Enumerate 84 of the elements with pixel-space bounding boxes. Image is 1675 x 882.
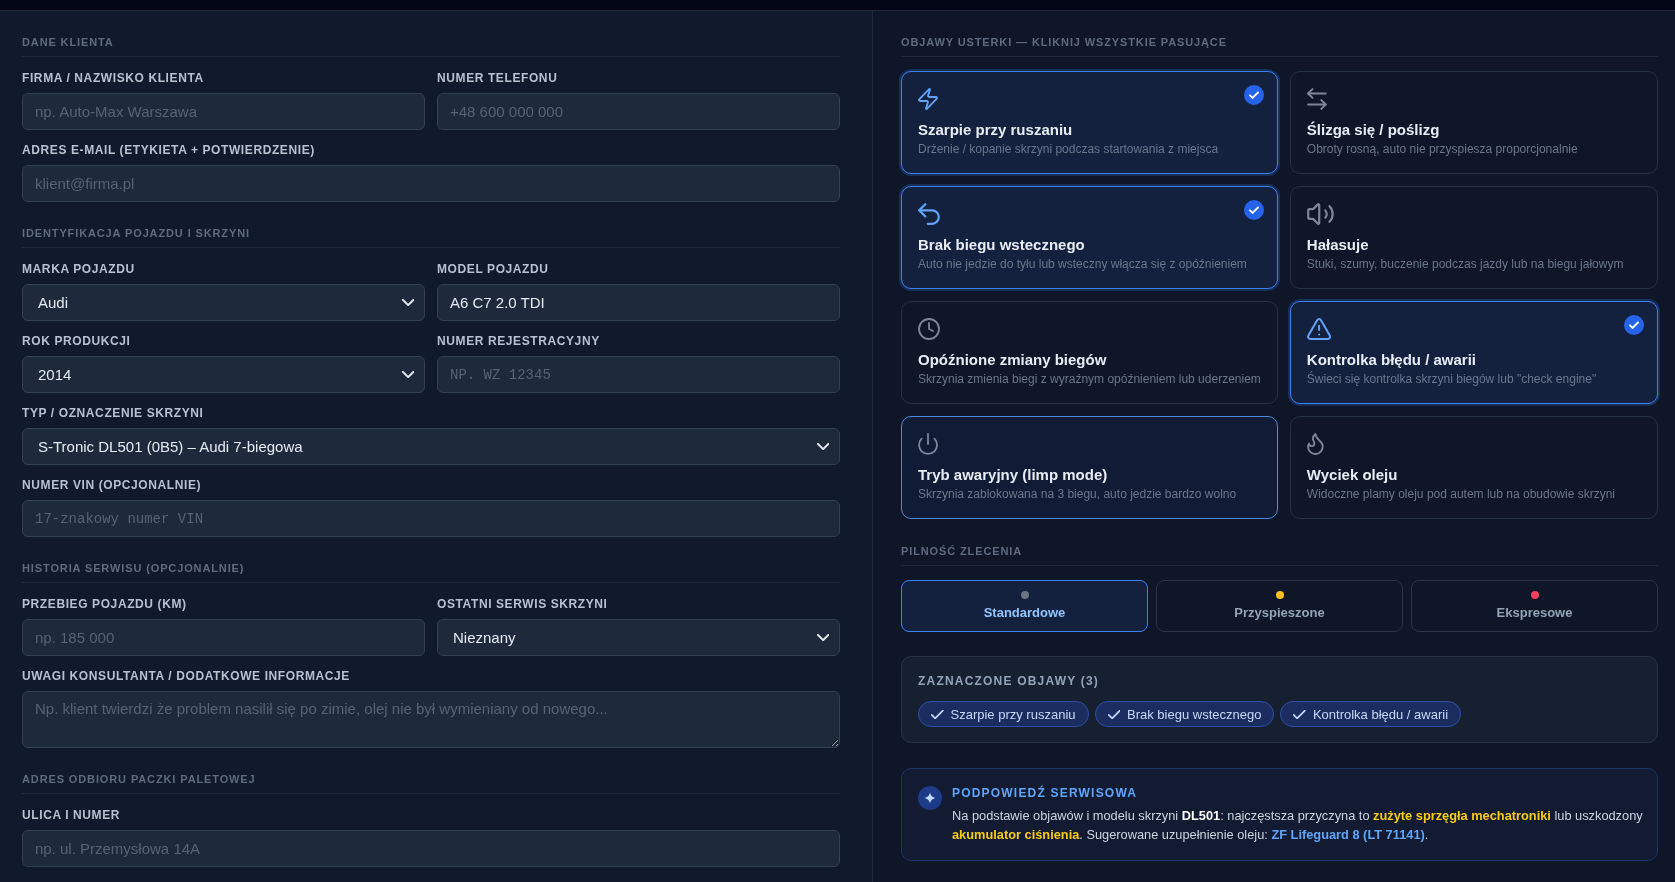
priority-option[interactable]: Przyspieszone [1156, 580, 1403, 632]
check-badge-icon [1243, 200, 1264, 220]
card-description: Świeci się kontrolka skrzyni biegów lub "check engine" [1306, 371, 1598, 387]
card-description: Obroty rosną, auto nie przyspiesza proporcjonalnie [1306, 141, 1579, 157]
input-field[interactable]: +48 600 000 000 [437, 93, 840, 130]
symptom-card[interactable]: Opóźnione zmiany biegów Skrzynia zmienia biegi z wyraźnym opóźnieniem lub uderzeniem [901, 301, 1278, 404]
chevron-down-icon [401, 299, 414, 306]
return-arrow-icon [918, 203, 940, 225]
field-label: NUMER VIN (OPCJONALNIE) [22, 478, 203, 492]
field-label: NUMER REJESTRACYJNY [437, 334, 601, 348]
field-label: TYP / OZNACZENIE SKRZYNI [22, 406, 205, 420]
card-description: Auto nie jedzie do tyłu lub wsteczny włącza się z opóźnieniem [918, 256, 1248, 272]
card-description: Stuki, szumy, buczenie podczas jazdy lub na biegu jałowym [1306, 256, 1625, 272]
card-title: Tryb awaryjny (limp mode) [918, 465, 1109, 485]
clock-icon [918, 318, 940, 340]
input-field[interactable]: NP. WZ 12345 [437, 356, 840, 393]
card-title: Opóźnione zmiany biegów [918, 350, 1108, 370]
section-heading: DANE KLIENTA [22, 35, 115, 49]
card-title: Brak biegu wstecznego [918, 235, 1086, 255]
swap-arrows-icon [1306, 88, 1327, 110]
card-title: Szarpie przy ruszaniu [918, 120, 1074, 140]
field-label: FIRMA / NAZWISKO KLIENTA [22, 71, 205, 85]
check-icon [1293, 709, 1306, 719]
dropdown-select[interactable]: 2014 [22, 356, 425, 393]
warning-icon [1306, 318, 1331, 340]
section-heading: ADRES ODBIORU PACZKI PALETOWEJ [22, 772, 257, 786]
chevron-down-icon [401, 371, 414, 378]
card-description: Skrzynia zmienia biegi z wyraźnym opóźnieniem lub uderzeniem [918, 371, 1261, 387]
field-label: ADRES E-MAIL (ETYKIETA + POTWIERDZENIE) [22, 143, 316, 157]
lightning-icon [918, 88, 938, 110]
symptom-card[interactable]: Ślizga się / poślizg Obroty rosną, auto nie przyspiesza proporcjonalnie [1289, 71, 1658, 174]
symptom-card[interactable]: Hałasuje Stuki, szumy, buczenie podczas jazdy lub na biegu jałowym [1289, 186, 1658, 289]
section-heading: HISTORIA SERWISU (OPCJONALNIE) [22, 561, 246, 575]
chevron-down-icon [816, 634, 829, 641]
symptom-card[interactable]: Tryb awaryjny (limp mode) Skrzynia zablokowana na 3 biegu, auto jedzie bardzo wolno [901, 416, 1278, 519]
card-title: Wyciek oleju [1306, 465, 1399, 485]
field-label: ROK PRODUKCJI [22, 334, 132, 348]
card-title: Kontrolka błędu / awarii [1306, 350, 1478, 370]
field-label: OSTATNI SERWIS SKRZYNI [437, 597, 609, 611]
check-badge-icon [1624, 315, 1644, 335]
section-heading: IDENTYFIKACJA POJAZDU I SKRZYNI [22, 226, 251, 240]
card-description: Widoczne plamy oleju pod autem lub na obudowie skrzyni [1306, 486, 1616, 502]
check-badge-icon [1243, 85, 1264, 105]
card-description: Drżenie / kopanie skrzyni podczas startowania z miejsca [918, 141, 1220, 157]
field-label: UWAGI KONSULTANTA / DODATKOWE INFORMACJE [22, 669, 351, 683]
chevron-down-icon [816, 443, 829, 450]
field-label: NUMER TELEFONU [437, 71, 559, 85]
input-field[interactable]: np. ul. Przemysłowa 14A [22, 830, 840, 867]
section-heading: OBJAWY USTERKI — KLIKNIJ WSZYSTKIE PASUJĄCE [901, 35, 1228, 49]
symptom-card[interactable]: Szarpie przy ruszaniu Drżenie / kopanie skrzyni podczas startowania z miejsca [901, 71, 1278, 174]
section-heading: PILNOŚĆ ZLECENIA [901, 544, 1024, 558]
input-field[interactable]: np. Auto-Max Warszawa [22, 93, 425, 130]
input-field[interactable]: np. 185 000 [22, 619, 425, 656]
chip-label: Brak biegu wstecznego [1127, 706, 1262, 722]
symptom-card[interactable]: Brak biegu wstecznego Auto nie jedzie do tyłu lub wsteczny włącza się z opóźnieniem [901, 186, 1278, 289]
textarea-field[interactable]: Np. klient twierdzi że problem nasilił się po zimie, olej nie był wymieniany od nowego... [22, 691, 840, 748]
chip-label: Kontrolka błędu / awarii [1312, 706, 1449, 722]
card-description: Skrzynia zablokowana na 3 biegu, auto jedzie bardzo wolno [918, 486, 1238, 502]
input-field[interactable]: A6 C7 2.0 TDI [437, 284, 840, 321]
field-label: MODEL POJAZDU [437, 262, 550, 276]
field-label: ULICA I NUMER [22, 808, 122, 822]
check-icon [1107, 709, 1120, 719]
check-icon [931, 709, 944, 719]
dropdown-select[interactable]: Audi [22, 284, 425, 321]
speaker-icon [1306, 203, 1335, 225]
dropdown-select[interactable]: Nieznany [437, 619, 840, 656]
card-title: Ślizga się / poślizg [1306, 120, 1441, 140]
hint-title: PODPOWIEDŹ SERWISOWA [952, 786, 1139, 800]
priority-option[interactable]: Standardowe [901, 580, 1148, 632]
power-icon [918, 433, 938, 455]
hint-text: Na podstawie objawów i modelu skrzyni DL501: najczęstsza przyczyna to zużyte sprzęgła mechatroniki lub uszkodzony akumulator ciśnienia. Sugerowane uzupełnienie oleju: ZF Lifeguard 8 (LT 71141). [952, 807, 1644, 844]
sparkle-icon [918, 786, 942, 810]
flame-icon [1306, 433, 1324, 455]
input-field[interactable]: 17-znakowy numer VIN [22, 500, 840, 537]
field-label: PRZEBIEG POJAZDU (KM) [22, 597, 188, 611]
priority-option[interactable]: Ekspresowe [1411, 580, 1658, 632]
input-field[interactable]: klient@firma.pl [22, 165, 840, 202]
symptom-card[interactable]: Kontrolka błędu / awarii Świeci się kontrolka skrzyni biegów lub "check engine" [1289, 301, 1658, 404]
dropdown-select[interactable]: S-Tronic DL501 (0B5) – Audi 7-biegowa [22, 428, 840, 465]
symptom-card[interactable]: Wyciek oleju Widoczne plamy oleju pod autem lub na obudowie skrzyni [1289, 416, 1658, 519]
chip-label: Szarpie przy ruszaniu [950, 706, 1076, 722]
card-title: Hałasuje [1306, 235, 1370, 255]
field-label: MARKA POJAZDU [22, 262, 136, 276]
panel-title: ZAZNACZONE OBJAWY (3) [918, 674, 1100, 688]
